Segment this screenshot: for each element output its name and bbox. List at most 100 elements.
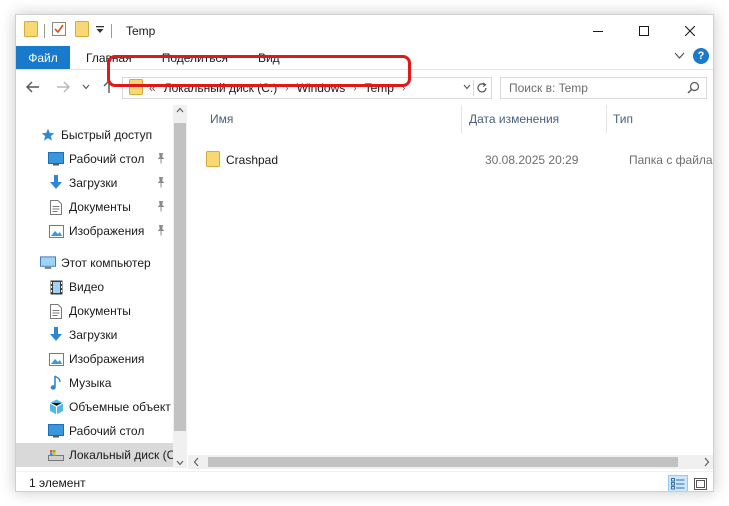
back-button[interactable] xyxy=(24,78,42,96)
column-header-date[interactable]: Дата изменения xyxy=(469,112,559,126)
close-button[interactable] xyxy=(667,15,713,46)
sidebar-item-label: Документы xyxy=(69,304,131,318)
up-button[interactable] xyxy=(100,78,118,96)
status-bar: 1 элемент xyxy=(16,471,713,491)
download-arrow-icon xyxy=(48,327,64,343)
scroll-up-icon[interactable] xyxy=(176,107,184,113)
sidebar-item[interactable]: Этот компьютер xyxy=(16,251,174,275)
chevron-down-icon xyxy=(82,84,90,90)
sidebar-item-label: Этот компьютер xyxy=(61,256,151,270)
sidebar-item[interactable]: Локальный диск (С xyxy=(16,443,174,467)
file-list: Имя Дата изменения Тип Crashpad 30.08.20… xyxy=(188,105,713,468)
sidebar-item[interactable]: Объемные объект xyxy=(16,395,174,419)
chevron-right-icon[interactable]: › xyxy=(402,83,405,94)
scroll-right-icon[interactable] xyxy=(704,457,710,467)
video-icon xyxy=(48,279,64,295)
file-name: Crashpad xyxy=(226,153,279,167)
document-icon xyxy=(48,199,64,215)
properties-icon[interactable] xyxy=(51,21,67,40)
sidebar-item[interactable]: Рабочий стол xyxy=(16,147,174,171)
document-icon xyxy=(48,303,64,319)
chevron-right-icon[interactable]: › xyxy=(353,83,356,94)
sidebar-item[interactable]: Изображения xyxy=(16,219,174,243)
new-folder-icon[interactable] xyxy=(75,21,89,40)
scroll-down-icon[interactable] xyxy=(176,460,184,466)
breadcrumb-windows[interactable]: Windows xyxy=(297,81,346,95)
sidebar-item[interactable]: Загрузки xyxy=(16,171,174,195)
music-note-icon xyxy=(48,375,64,391)
refresh-icon[interactable] xyxy=(473,80,489,96)
sidebar-item-label: Видео xyxy=(69,280,105,294)
sidebar-item-label: Изображения xyxy=(69,352,145,366)
sidebar-item-label: Быстрый доступ xyxy=(61,128,153,142)
navigation-bar: « Локальный диск (C:) › Windows › Temp › xyxy=(16,71,713,105)
navigation-pane-scrollbar[interactable] xyxy=(173,105,187,468)
pin-icon xyxy=(156,200,166,215)
item-count: 1 элемент xyxy=(29,475,86,490)
explorer-window: Temp Файл Главная Поделиться Вид ? « Лок… xyxy=(15,14,714,492)
breadcrumb-overflow[interactable]: « xyxy=(149,81,156,95)
search-box[interactable] xyxy=(500,77,707,99)
help-icon[interactable]: ? xyxy=(693,48,709,64)
expand-ribbon-icon[interactable] xyxy=(674,49,685,63)
breadcrumb-temp[interactable]: Temp xyxy=(365,81,394,95)
scroll-left-icon[interactable] xyxy=(193,457,199,467)
sidebar-item[interactable]: Документы xyxy=(16,195,174,219)
star-icon xyxy=(40,127,56,143)
sidebar-item[interactable]: Изображения xyxy=(16,347,174,371)
tab-home[interactable]: Главная xyxy=(70,46,147,69)
scrollbar-thumb[interactable] xyxy=(174,123,186,431)
tab-view[interactable]: Вид xyxy=(243,46,295,69)
details-view-button[interactable] xyxy=(668,475,688,491)
sidebar-item[interactable]: Музыка xyxy=(16,371,174,395)
folder-icon xyxy=(206,150,220,170)
window-title: Temp xyxy=(126,23,156,38)
pin-icon xyxy=(156,176,166,191)
drive-icon xyxy=(48,447,64,463)
forward-button[interactable] xyxy=(54,78,72,96)
sidebar-item-label: Рабочий стол xyxy=(69,152,145,166)
sidebar-item-label: Музыка xyxy=(69,376,112,390)
minimize-button[interactable] xyxy=(575,15,621,46)
large-icons-view-button[interactable] xyxy=(690,475,710,491)
maximize-button[interactable] xyxy=(621,15,667,46)
tab-file[interactable]: Файл xyxy=(16,46,70,69)
ribbon-tabs: Файл Главная Поделиться Вид ? xyxy=(16,46,713,70)
sidebar-item-label: Локальный диск (С xyxy=(69,448,174,462)
file-row[interactable]: Crashpad 30.08.2025 20:29 Папка с файлам… xyxy=(206,149,713,171)
breadcrumb-local-disk[interactable]: Локальный диск (C:) xyxy=(164,81,278,95)
quick-access-toolbar xyxy=(24,21,118,40)
pictures-icon xyxy=(48,223,64,239)
column-header-type[interactable]: Тип xyxy=(613,112,633,126)
search-icon[interactable] xyxy=(687,81,700,97)
desktop-icon xyxy=(48,151,64,167)
search-input[interactable] xyxy=(509,81,684,95)
arrow-up-icon xyxy=(103,80,115,93)
scrollbar-thumb[interactable] xyxy=(208,457,678,467)
file-list-scrollbar[interactable] xyxy=(188,455,713,469)
address-dropdown-icon[interactable] xyxy=(463,82,471,92)
pin-icon xyxy=(156,224,166,239)
sidebar-item[interactable]: Загрузки xyxy=(16,323,174,347)
computer-icon xyxy=(40,255,56,271)
sidebar-item[interactable]: Быстрый доступ xyxy=(16,123,174,147)
arrow-left-icon xyxy=(26,81,39,93)
sidebar-item[interactable]: Видео xyxy=(16,275,174,299)
sidebar-item-label: Изображения xyxy=(69,224,145,238)
download-arrow-icon xyxy=(48,175,64,191)
column-header-name[interactable]: Имя xyxy=(210,112,233,126)
recent-locations-button[interactable] xyxy=(80,78,92,96)
sidebar-item[interactable]: Рабочий стол xyxy=(16,419,174,443)
chevron-right-icon[interactable]: › xyxy=(285,83,288,94)
address-bar[interactable]: « Локальный диск (C:) › Windows › Temp › xyxy=(122,77,492,99)
tab-share[interactable]: Поделиться xyxy=(147,46,243,69)
details-view-icon xyxy=(671,477,685,489)
3d-objects-icon xyxy=(48,399,64,415)
minimize-icon xyxy=(593,30,603,32)
sidebar-item-label: Объемные объект xyxy=(69,400,171,414)
large-icons-view-icon xyxy=(693,477,707,490)
file-date: 30.08.2025 20:29 xyxy=(485,153,579,167)
sidebar-item-label: Рабочий стол xyxy=(69,424,145,438)
sidebar-item[interactable]: Документы xyxy=(16,299,174,323)
customize-dropdown-icon[interactable] xyxy=(95,24,105,38)
